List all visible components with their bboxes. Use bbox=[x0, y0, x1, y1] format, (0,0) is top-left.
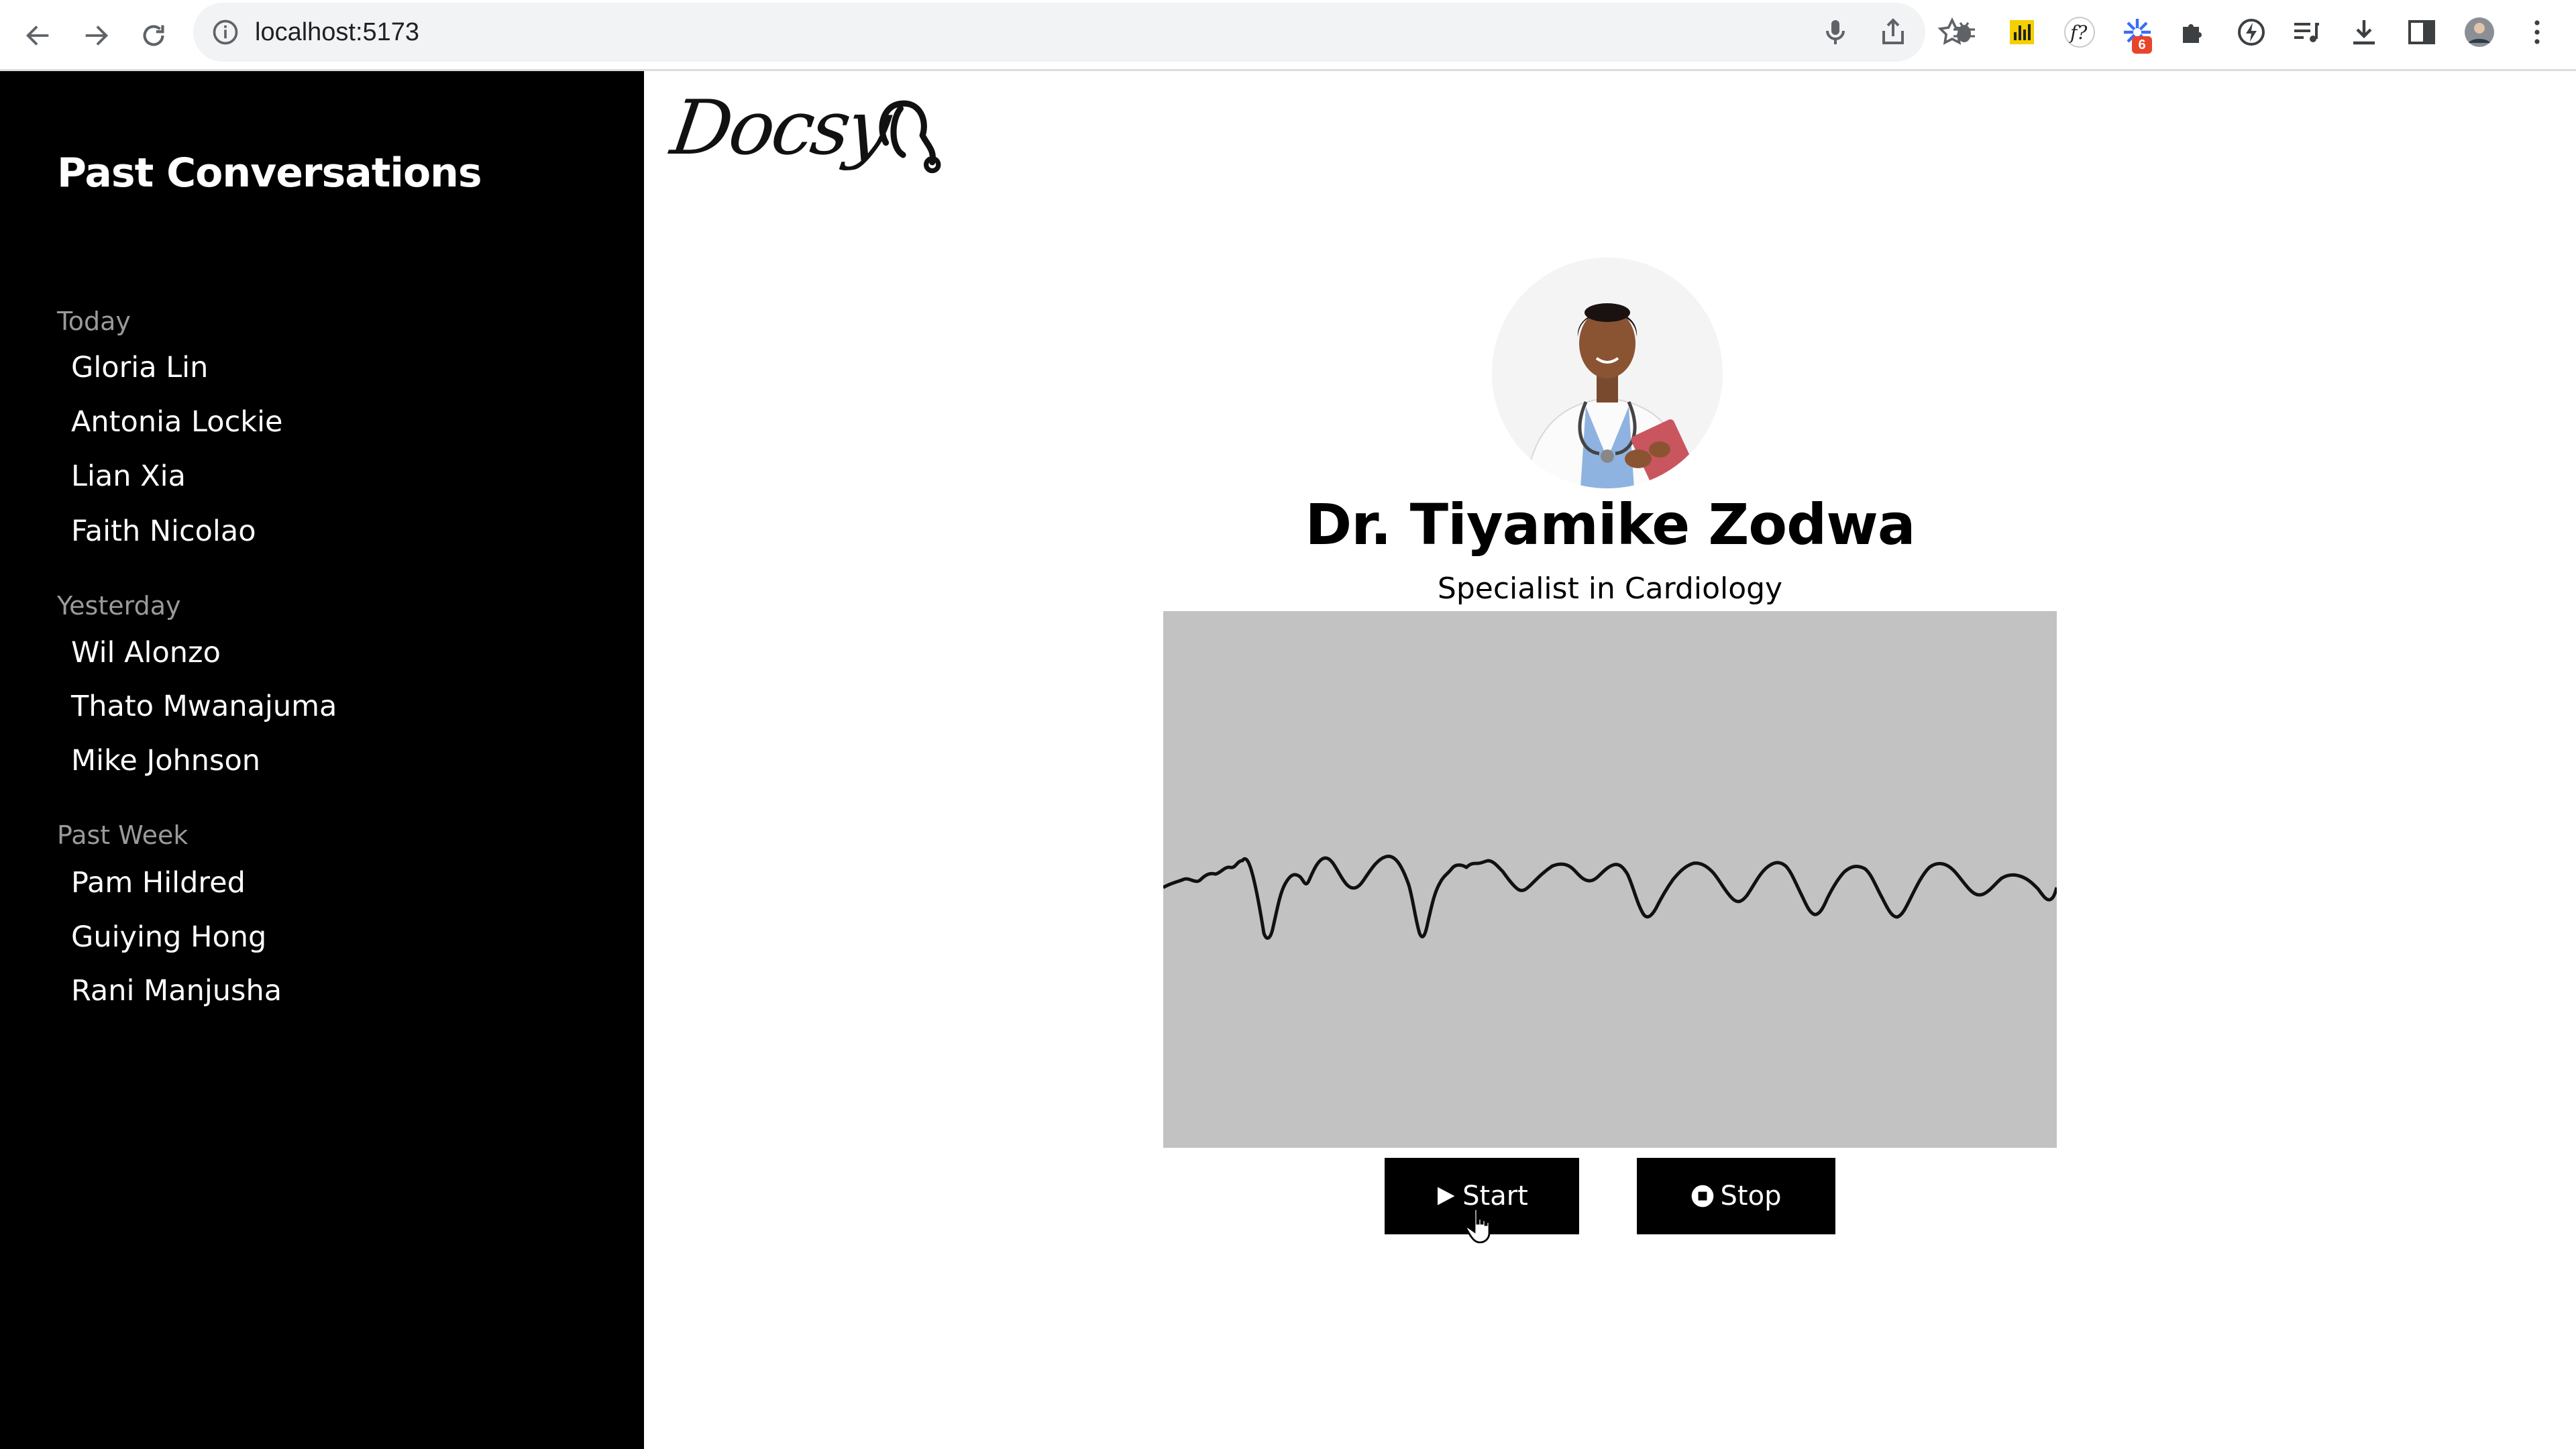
browser-toolbar: localhost:5173 f? 6 bbox=[0, 0, 2576, 71]
stop-button-label: Stop bbox=[1720, 1181, 1782, 1212]
svg-text:f?: f? bbox=[2069, 21, 2088, 44]
microphone-icon[interactable] bbox=[1819, 16, 1851, 48]
sidebar-toggle-icon bbox=[2408, 20, 2435, 44]
share-icon[interactable] bbox=[1877, 16, 1909, 48]
doctor-name: Dr. Tiyamike Zodwa bbox=[1305, 492, 1915, 557]
conversation-item[interactable]: Wil Alonzo bbox=[71, 634, 221, 672]
conversation-item[interactable]: Gloria Lin bbox=[71, 349, 208, 386]
media-controls-button[interactable] bbox=[2289, 15, 2324, 50]
forward-button[interactable] bbox=[72, 12, 119, 59]
extensions-button[interactable] bbox=[2176, 15, 2211, 50]
play-icon bbox=[1438, 1187, 1455, 1205]
puzzle-icon bbox=[2183, 24, 2202, 43]
extension-badge: 6 bbox=[2132, 36, 2152, 54]
bar-chart-icon bbox=[2010, 20, 2034, 44]
analytics-extension-button[interactable] bbox=[2004, 15, 2039, 50]
back-button[interactable] bbox=[15, 12, 62, 59]
back-arrow-icon bbox=[25, 25, 49, 46]
performance-button[interactable] bbox=[2234, 15, 2269, 50]
reload-button[interactable] bbox=[130, 12, 177, 59]
kebab-menu-icon bbox=[2534, 20, 2540, 44]
audio-waveform-panel bbox=[1163, 611, 2057, 1148]
address-bar[interactable]: localhost:5173 bbox=[193, 3, 1967, 62]
stop-button[interactable]: Stop bbox=[1637, 1158, 1835, 1234]
font-extension-button[interactable]: f? bbox=[2062, 15, 2097, 50]
conversation-item[interactable]: Lian Xia bbox=[71, 458, 186, 495]
docsy-logo[interactable]: Docsy bbox=[666, 85, 954, 185]
stop-circle-icon bbox=[1691, 1185, 1713, 1208]
bug-extension-button[interactable] bbox=[1947, 15, 1982, 50]
font-question-icon: f? bbox=[2064, 17, 2095, 48]
lightning-icon bbox=[2238, 19, 2265, 46]
group-label-today: Today bbox=[57, 307, 131, 336]
profile-button[interactable] bbox=[2462, 15, 2497, 50]
profile-avatar bbox=[2465, 17, 2494, 47]
browser-menu-button[interactable] bbox=[2520, 15, 2555, 50]
reload-icon bbox=[143, 25, 164, 46]
hand-cursor-icon bbox=[1465, 1208, 1491, 1244]
conversation-item[interactable]: Faith Nicolao bbox=[71, 513, 256, 550]
side-panel-button[interactable] bbox=[2404, 15, 2439, 50]
forward-arrow-icon bbox=[85, 25, 109, 46]
doctor-avatar bbox=[1492, 258, 1723, 488]
audio-waveform bbox=[1163, 854, 2057, 940]
stethoscope-icon bbox=[879, 100, 941, 174]
logo-text: Docsy bbox=[665, 85, 894, 172]
bug-icon bbox=[1953, 22, 1975, 42]
conversation-item[interactable]: Guiying Hong bbox=[71, 918, 266, 956]
sidebar-title: Past Conversations bbox=[57, 150, 482, 197]
url-text[interactable]: localhost:5173 bbox=[255, 17, 419, 47]
conversation-item[interactable]: Mike Johnson bbox=[71, 742, 260, 780]
playlist-icon bbox=[2294, 23, 2319, 42]
doctor-portrait bbox=[1492, 258, 1723, 488]
group-label-past-week: Past Week bbox=[57, 820, 189, 850]
conversation-item[interactable]: Pam Hildred bbox=[71, 864, 246, 902]
downloads-button[interactable] bbox=[2347, 15, 2381, 50]
conversation-item[interactable]: Rani Manjusha bbox=[71, 972, 282, 1010]
conversation-item[interactable]: Antonia Lockie bbox=[71, 403, 283, 441]
doctor-specialty: Specialist in Cardiology bbox=[1437, 572, 1783, 606]
download-icon bbox=[2353, 20, 2375, 45]
info-icon[interactable] bbox=[211, 17, 240, 47]
conversation-item[interactable]: Thato Mwanajuma bbox=[71, 688, 337, 725]
group-label-yesterday: Yesterday bbox=[57, 591, 181, 621]
